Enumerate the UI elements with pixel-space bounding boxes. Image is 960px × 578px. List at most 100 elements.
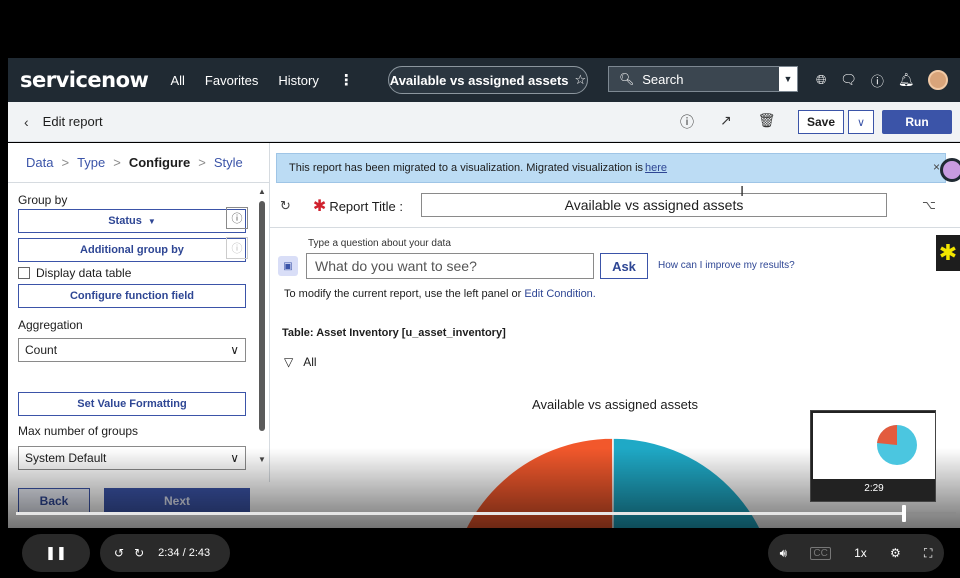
configure-form: Group by Status ▼ ⓘ Additional group by … <box>8 183 269 470</box>
run-button[interactable]: Run <box>882 110 952 134</box>
context-title-pill[interactable]: Available vs assigned assets ☆ <box>388 66 588 94</box>
video-progress-fill <box>16 512 905 515</box>
group-by-value: Status <box>108 215 142 227</box>
display-data-table-label: Display data table <box>36 266 132 280</box>
nlq-input[interactable]: What do you want to see? <box>306 253 594 279</box>
configure-function-field-button[interactable]: Configure function field <box>18 284 246 308</box>
next-button[interactable]: Next <box>104 488 250 514</box>
chevron-right-icon: > <box>113 155 121 170</box>
step-data[interactable]: Data <box>26 155 53 170</box>
report-toolbar: ‹ Edit report ⓘ ↗ 🗑︎ Save ∨ Run <box>8 102 960 142</box>
table-info: Table: Asset Inventory [u_asset_inventor… <box>282 327 506 339</box>
chat-icon[interactable]: 🗨︎ <box>840 72 857 88</box>
info-icon[interactable]: ⓘ <box>680 112 694 132</box>
user-avatar[interactable] <box>928 70 949 90</box>
report-title-row: ↻ ✱ Report Title : Available vs assigned… <box>280 193 940 219</box>
aggregation-value: Count <box>25 343 58 357</box>
trash-icon[interactable]: 🗑︎ <box>758 112 776 132</box>
chevron-down-icon: ∨ <box>230 343 239 357</box>
servicenow-logo[interactable]: servicenow <box>20 68 149 92</box>
filter-row: ▽ All <box>284 355 317 369</box>
display-data-table-checkbox[interactable] <box>18 267 30 279</box>
spark-icon[interactable]: ✱ <box>936 235 960 271</box>
captions-icon[interactable]: CC <box>810 546 831 560</box>
share-icon[interactable]: ⌥ <box>922 198 936 212</box>
close-icon[interactable]: × <box>933 160 940 174</box>
save-button[interactable]: Save <box>798 110 844 134</box>
ask-button[interactable]: Ask <box>600 253 648 279</box>
filter-icon[interactable]: ▽ <box>284 355 293 369</box>
group-by-label: Group by <box>18 193 68 207</box>
modify-text: To modify the current report, use the le… <box>284 288 522 300</box>
additional-group-by-button[interactable]: Additional group by <box>18 238 246 262</box>
aggregation-label: Aggregation <box>18 318 83 332</box>
banner-here-link[interactable]: here <box>645 162 667 174</box>
max-groups-select[interactable]: System Default ∨ <box>18 446 246 470</box>
bell-icon[interactable]: 🔔︎ <box>898 72 915 88</box>
max-groups-value: System Default <box>25 451 107 465</box>
volume-icon[interactable]: 🔊︎ <box>780 546 788 561</box>
chevron-right-icon: > <box>198 155 206 170</box>
nav-more-icon[interactable]: ⋮ <box>339 71 354 89</box>
scroll-up-icon[interactable]: ▲ <box>258 187 266 196</box>
chevron-right-icon: > <box>61 155 70 170</box>
group-by-info-icon[interactable]: ⓘ <box>226 207 248 229</box>
text-cursor-icon: I <box>740 183 745 200</box>
scroll-down-icon[interactable]: ▼ <box>258 455 266 464</box>
report-title-label: Report Title : <box>329 198 404 214</box>
aggregation-select[interactable]: Count ∨ <box>18 338 246 362</box>
set-value-formatting-button[interactable]: Set Value Formatting <box>18 392 246 416</box>
video-letterbox-top <box>0 0 960 58</box>
video-scrub-handle[interactable] <box>902 505 907 522</box>
back-chevron-icon[interactable]: ‹ <box>24 114 29 130</box>
divider <box>270 227 960 228</box>
back-button[interactable]: Back <box>18 488 90 514</box>
rewind-10-icon[interactable]: ↺ <box>114 546 124 560</box>
preview-pie <box>877 424 917 465</box>
wizard-steps: Data > Type > Configure > Style <box>8 143 269 183</box>
header-icons: 🌐︎ 🗨︎ ⓘ 🔔︎ <box>816 70 949 90</box>
nlq-hint: Type a question about your data <box>308 238 451 249</box>
report-title-input[interactable]: Available vs assigned assets <box>421 193 887 217</box>
assistant-avatar[interactable] <box>940 158 960 182</box>
filter-value[interactable]: All <box>303 355 316 369</box>
video-settings-group: 🔊︎ CC 1x ⚙ ⛶ <box>768 534 944 572</box>
preview-time: 2:29 <box>864 483 884 494</box>
forward-10-icon[interactable]: ↻ <box>134 546 144 560</box>
group-by-select[interactable]: Status ▼ <box>18 209 246 233</box>
help-icon[interactable]: ⓘ <box>871 71 884 90</box>
main-nav: All Favorites History ⋮ <box>170 71 353 89</box>
pause-icon[interactable]: ❚❚ <box>22 534 90 572</box>
nav-favorites[interactable]: Favorites <box>205 73 258 88</box>
step-configure[interactable]: Configure <box>129 155 190 170</box>
display-data-table-row: Display data table <box>18 266 269 280</box>
video-controls: ❚❚ ↺ ↻ 2:34 / 2:43 🔊︎ CC 1x ⚙ ⛶ <box>0 528 960 578</box>
nav-history[interactable]: History <box>278 73 318 88</box>
chat-bubble-icon: ▣ <box>278 256 298 276</box>
context-title: Available vs assigned assets <box>389 72 569 88</box>
search-scope-dropdown-icon[interactable]: ▼ <box>779 67 797 91</box>
wizard-footer: Back Next <box>8 482 270 528</box>
fullscreen-icon[interactable]: ⛶ <box>924 546 932 561</box>
star-icon[interactable]: ☆ <box>575 72 587 88</box>
nav-all[interactable]: All <box>170 73 184 88</box>
panel-scrollbar[interactable]: ▲ ▼ <box>258 187 266 467</box>
max-groups-label: Max number of groups <box>18 424 139 438</box>
preview-frame <box>813 413 935 479</box>
improve-results-link[interactable]: How can I improve my results? <box>658 260 795 271</box>
edit-condition-link[interactable]: Edit Condition. <box>524 288 596 300</box>
seek-group: ↺ ↻ 2:34 / 2:43 <box>100 534 230 572</box>
video-progress-bar[interactable] <box>16 505 956 522</box>
step-type[interactable]: Type <box>77 155 105 170</box>
save-options-chevron-down-icon[interactable]: ∨ <box>848 110 874 134</box>
playback-speed[interactable]: 1x <box>854 546 867 560</box>
configure-panel: Data > Type > Configure > Style Group by… <box>8 143 270 528</box>
gear-icon[interactable]: ⚙ <box>890 546 901 560</box>
step-style[interactable]: Style <box>214 155 243 170</box>
globe-icon[interactable]: 🌐︎ <box>816 72 826 88</box>
scroll-thumb[interactable] <box>259 201 265 431</box>
refresh-icon[interactable]: ↻ <box>280 198 291 214</box>
export-icon[interactable]: ↗ <box>720 112 732 132</box>
global-search[interactable]: 🔍︎ Search ▼ <box>608 66 798 92</box>
page-title: Edit report <box>42 114 103 129</box>
